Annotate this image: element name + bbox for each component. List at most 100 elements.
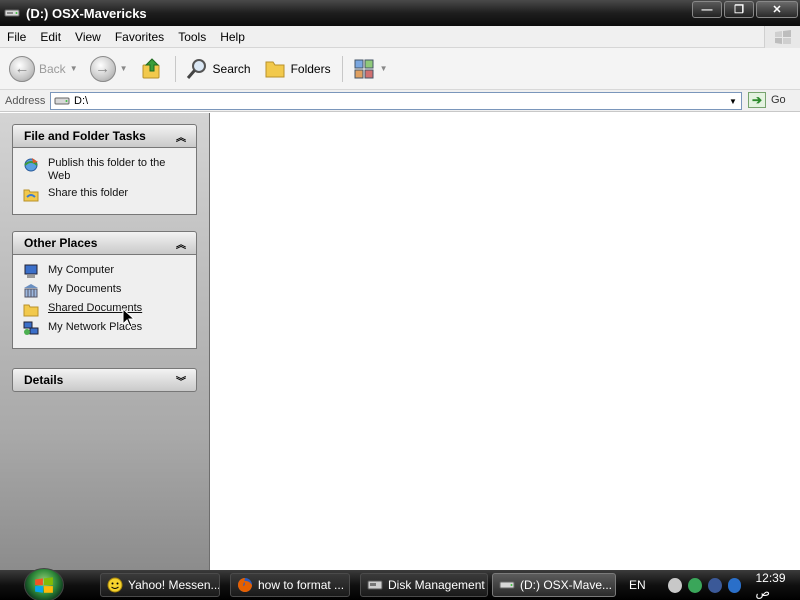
menu-favorites[interactable]: Favorites — [108, 30, 171, 44]
publish-folder-label: Publish this folder to the Web — [48, 157, 166, 182]
menu-edit[interactable]: Edit — [33, 30, 68, 44]
tray-messenger-icon[interactable] — [667, 577, 682, 593]
start-button[interactable] — [24, 568, 64, 600]
drive-icon — [499, 581, 515, 589]
search-button[interactable]: Search — [182, 54, 254, 84]
tray-app-icon[interactable] — [727, 577, 742, 593]
taskbar-item-disk-management[interactable]: Disk Management — [360, 573, 488, 597]
disk-management-icon — [367, 580, 383, 590]
windows-logo-icon — [35, 577, 53, 593]
computer-icon — [24, 264, 38, 278]
publish-web-icon — [24, 158, 38, 172]
my-documents-link[interactable]: My Documents — [23, 283, 190, 298]
tray-facebook-icon[interactable] — [707, 577, 722, 593]
my-network-places-link[interactable]: My Network Places — [23, 321, 190, 336]
address-bar: Address D:\ ▼ ➔ Go — [0, 90, 800, 112]
address-label: Address — [5, 94, 46, 107]
window-controls: — ❐ ✕ — [692, 1, 798, 18]
address-input[interactable]: D:\ ▼ — [50, 92, 742, 110]
forward-button[interactable]: → ▼ — [87, 54, 131, 84]
shared-documents-link[interactable]: Shared Documents — [23, 302, 190, 317]
my-computer-label: My Computer — [48, 264, 115, 276]
language-indicator[interactable]: EN — [629, 578, 646, 592]
go-arrow-icon: ➔ — [748, 92, 766, 108]
forward-dropdown-icon[interactable]: ▼ — [120, 64, 128, 73]
mouse-cursor-icon — [122, 308, 136, 328]
go-label: Go — [771, 94, 786, 106]
search-icon — [186, 58, 206, 79]
taskbar-item-yahoo-messenger[interactable]: Yahoo! Messen... — [100, 573, 220, 597]
maximize-button[interactable]: ❐ — [724, 1, 754, 18]
yahoo-messenger-icon — [107, 577, 123, 593]
collapse-chevron-icon[interactable]: ︽ — [176, 236, 186, 251]
forward-arrow-icon: → — [89, 55, 116, 82]
views-icon — [354, 59, 374, 78]
views-dropdown-icon[interactable]: ▼ — [380, 64, 388, 73]
folders-label: Folders — [290, 61, 331, 76]
back-label: Back — [39, 61, 66, 76]
panel-title: Details — [24, 373, 64, 387]
taskbar-item-label: (D:) OSX-Mave... — [520, 578, 613, 592]
file-folder-tasks-header[interactable]: File and Folder Tasks ︽ — [12, 124, 197, 148]
my-documents-label: My Documents — [48, 283, 122, 295]
folder-icon — [23, 304, 39, 317]
other-places-panel: Other Places ︽ My Computer My Documents … — [12, 231, 197, 349]
taskbar-item-label: Yahoo! Messen... — [128, 578, 220, 592]
toolbar-separator — [174, 55, 176, 82]
task-pane: File and Folder Tasks ︽ Publish this fol… — [0, 113, 210, 570]
panel-title: File and Folder Tasks — [24, 129, 146, 143]
address-value: D:\ — [74, 95, 89, 107]
firefox-icon — [238, 578, 252, 592]
search-label: Search — [212, 61, 251, 76]
menu-help[interactable]: Help — [213, 30, 252, 44]
details-panel: Details ︾ — [12, 368, 197, 392]
taskbar-item-label: Disk Management — [388, 578, 485, 592]
taskbar-item-explorer-window[interactable]: (D:) OSX-Mave... — [492, 573, 616, 597]
menu-tools[interactable]: Tools — [171, 30, 213, 44]
collapse-chevron-icon[interactable]: ︽ — [176, 129, 186, 144]
toolbar: ← Back ▼ → ▼ Search Folders ▼ — [0, 48, 800, 90]
toolbar-separator — [341, 55, 343, 82]
up-folder-button[interactable] — [137, 54, 167, 84]
up-folder-icon — [142, 57, 160, 78]
share-folder-link[interactable]: Share this folder — [23, 187, 190, 202]
network-icon — [23, 321, 39, 335]
menu-bar: File Edit View Favorites Tools Help — [0, 26, 800, 48]
system-tray: EN 12:39 ص — [620, 570, 800, 600]
menu-file[interactable]: File — [0, 30, 33, 44]
documents-icon — [24, 284, 38, 298]
panel-title: Other Places — [24, 236, 98, 250]
share-folder-icon — [23, 189, 39, 202]
views-button[interactable]: ▼ — [349, 54, 391, 84]
taskbar-item-label: how to format ... — [258, 578, 345, 592]
back-button[interactable]: ← Back ▼ — [6, 54, 81, 84]
close-button[interactable]: ✕ — [756, 1, 798, 18]
go-button[interactable]: ➔ Go — [748, 92, 786, 108]
back-dropdown-icon[interactable]: ▼ — [70, 64, 78, 73]
windows-flag-icon — [764, 26, 800, 48]
other-places-body: My Computer My Documents Shared Document… — [12, 255, 197, 349]
taskbar-item-firefox[interactable]: how to format ... — [230, 573, 350, 597]
minimize-button[interactable]: — — [692, 1, 722, 18]
share-folder-label: Share this folder — [48, 187, 129, 199]
folders-button[interactable]: Folders — [260, 54, 334, 84]
file-folder-tasks-panel: File and Folder Tasks ︽ Publish this fol… — [12, 124, 197, 215]
tray-network-icon[interactable] — [687, 577, 702, 593]
publish-folder-link[interactable]: Publish this folder to the Web — [23, 157, 190, 183]
menu-view[interactable]: View — [68, 30, 108, 44]
my-computer-link[interactable]: My Computer — [23, 264, 190, 279]
expand-chevron-icon[interactable]: ︾ — [176, 373, 186, 388]
file-folder-tasks-body: Publish this folder to the Web Share thi… — [12, 148, 197, 215]
back-arrow-icon: ← — [9, 55, 35, 82]
window-title: (D:) OSX-Mavericks — [26, 5, 147, 21]
drive-icon — [4, 9, 20, 17]
folders-icon — [265, 61, 285, 77]
details-header[interactable]: Details ︾ — [12, 368, 197, 392]
taskbar: Yahoo! Messen... how to format ... Disk … — [0, 568, 800, 600]
taskbar-clock[interactable]: 12:39 ص — [755, 571, 800, 599]
address-dropdown-icon[interactable]: ▼ — [726, 94, 740, 108]
folder-content-area[interactable] — [211, 113, 800, 570]
other-places-header[interactable]: Other Places ︽ — [12, 231, 197, 255]
title-bar: (D:) OSX-Mavericks — ❐ ✕ — [0, 0, 800, 26]
drive-icon — [54, 97, 70, 105]
